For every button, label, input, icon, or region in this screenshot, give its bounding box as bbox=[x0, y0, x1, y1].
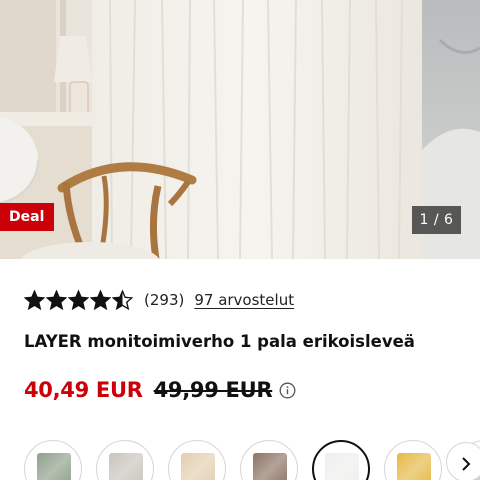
swatch-sage-green[interactable] bbox=[24, 440, 82, 480]
star-icon bbox=[68, 290, 89, 310]
product-image-gallery[interactable]: Deal 1 / 6 bbox=[0, 0, 480, 259]
color-swatches bbox=[0, 438, 480, 480]
reviews-link[interactable]: 97 arvostelut bbox=[194, 291, 294, 309]
image-counter: 1 / 6 bbox=[412, 206, 461, 234]
deal-badge: Deal bbox=[0, 203, 54, 231]
swatch-white[interactable] bbox=[312, 440, 370, 480]
swatch-fabric-image bbox=[181, 453, 215, 480]
star-icon bbox=[24, 290, 45, 310]
swatches-next-button[interactable] bbox=[446, 442, 480, 480]
swatch-fabric-image bbox=[109, 453, 143, 480]
swatch-fabric-image bbox=[37, 453, 71, 480]
swatch-fabric-image bbox=[253, 453, 287, 480]
swatch-fabric-image bbox=[397, 453, 431, 480]
star-icon bbox=[46, 290, 67, 310]
star-icon bbox=[112, 290, 133, 310]
swatch-light-grey[interactable] bbox=[96, 440, 154, 480]
swatch-beige[interactable] bbox=[168, 440, 226, 480]
info-icon[interactable] bbox=[279, 382, 296, 399]
original-price: 49,99 EUR bbox=[153, 378, 273, 402]
rating-count: (293) bbox=[144, 291, 185, 309]
current-price: 40,49 EUR bbox=[24, 378, 143, 402]
swatch-brown[interactable] bbox=[240, 440, 298, 480]
swatch-fabric-image bbox=[325, 453, 359, 480]
chevron-right-icon bbox=[462, 457, 471, 471]
product-photo bbox=[0, 0, 480, 259]
price-row: 40,49 EUR 49,99 EUR bbox=[24, 374, 296, 406]
star-icon bbox=[90, 290, 111, 310]
product-title: LAYER monitoimiverho 1 pala erikoisleveä bbox=[24, 332, 415, 351]
swatch-yellow[interactable] bbox=[384, 440, 442, 480]
rating-row: (293) 97 arvostelut bbox=[24, 288, 294, 312]
star-rating bbox=[24, 290, 133, 310]
